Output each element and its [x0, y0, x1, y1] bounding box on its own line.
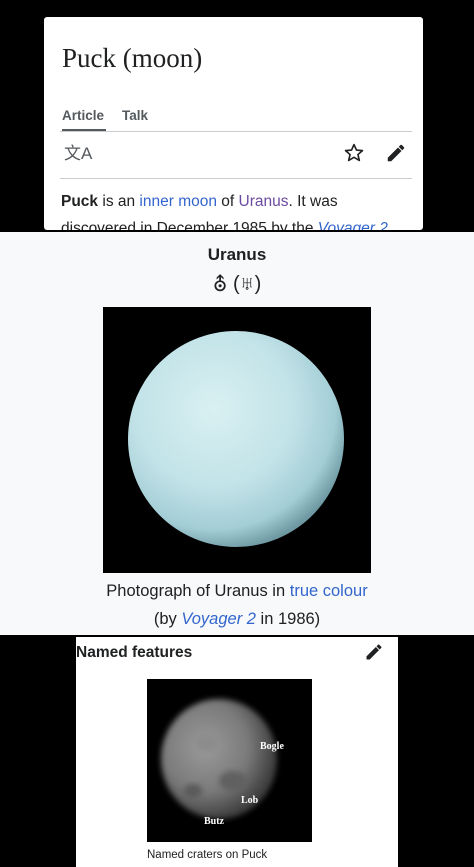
- link-uranus[interactable]: Uranus: [239, 193, 289, 210]
- named-features-card: Named features Bogle Lob Butz Named crat…: [76, 637, 398, 867]
- language-icon[interactable]: 文A: [64, 144, 92, 164]
- caption-text: (by: [153, 610, 182, 628]
- edit-pencil-icon[interactable]: [385, 142, 407, 164]
- uranus-symbol-icon: ⛢: [212, 274, 228, 296]
- link-true-colour[interactable]: true colour: [290, 582, 368, 600]
- divider: [60, 178, 412, 179]
- link-inner-moon[interactable]: inner moon: [139, 193, 217, 210]
- image-caption: Photograph of Uranus in true colour (by …: [0, 577, 474, 633]
- uranus-infobox-panel: Uranus ⛢ (♅) Photograph of Uranus in tru…: [0, 232, 474, 635]
- article-header-panel: Puck (moon) Article Talk 文A Puck is an i…: [0, 0, 474, 230]
- lead-paragraph: Puck is an inner moon of Uranus. It was …: [61, 188, 416, 230]
- astronomical-symbols: ⛢ (♅): [0, 272, 474, 300]
- image-caption: Named craters on Puck: [147, 849, 268, 861]
- lead-text-segment: is an: [98, 193, 140, 210]
- infobox-title: Uranus: [207, 245, 267, 264]
- symbol-paren: (: [232, 273, 240, 295]
- symbol-paren: ): [254, 273, 262, 295]
- section-heading: Named features: [76, 644, 193, 661]
- tab-talk[interactable]: Talk: [122, 108, 148, 123]
- page-actions-toolbar: 文A: [60, 132, 412, 178]
- crater-label-lob: Lob: [241, 795, 259, 806]
- lead-text-segment: of: [216, 193, 239, 210]
- article-card: Puck (moon) Article Talk 文A Puck is an i…: [44, 17, 423, 230]
- edit-pencil-icon[interactable]: [364, 642, 384, 662]
- lead-text-segment: . It was: [288, 193, 338, 210]
- crater-label-bogle: Bogle: [260, 741, 284, 752]
- tab-article[interactable]: Article: [62, 108, 104, 123]
- link-voyager-2[interactable]: Voyager 2: [318, 220, 388, 230]
- uranus-photograph[interactable]: [103, 307, 371, 573]
- star-icon[interactable]: [343, 142, 365, 164]
- puck-crater-image[interactable]: Bogle Lob Butz: [147, 679, 312, 842]
- lead-text-segment: discovered in December 1985 by the: [61, 220, 318, 230]
- page-title: Puck (moon): [62, 43, 203, 73]
- caption-text: Photograph of Uranus in: [106, 582, 290, 600]
- crater-label-butz: Butz: [204, 816, 225, 827]
- caption-text: in 1986): [255, 610, 321, 628]
- screenshot-edge: [423, 17, 474, 73]
- lead-subject: Puck: [61, 193, 99, 210]
- uranus-alt-symbol-icon: ♅: [239, 273, 255, 295]
- link-voyager-2[interactable]: Voyager 2: [181, 610, 256, 628]
- named-features-panel: Named features Bogle Lob Butz Named crat…: [0, 637, 474, 867]
